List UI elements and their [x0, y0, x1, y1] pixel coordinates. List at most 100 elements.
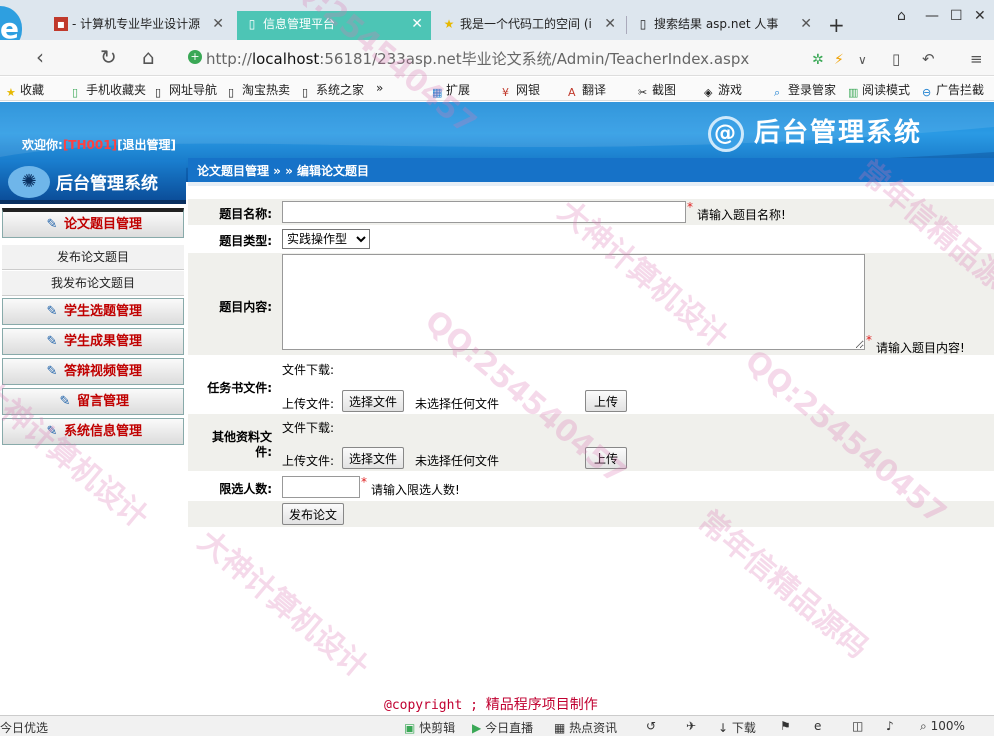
logout-link[interactable]: [退出管理]: [117, 138, 176, 152]
header-bottom-line: [188, 182, 994, 186]
window-icon[interactable]: ◫: [852, 719, 863, 733]
task-file-label: 任务书文件:: [207, 381, 272, 395]
other-choose-file-button[interactable]: 选择文件: [342, 447, 405, 469]
lightning-icon[interactable]: ⚡: [834, 49, 844, 71]
title-label: 题目名称:: [219, 207, 272, 221]
star-icon: ★: [443, 17, 455, 31]
flag-icon[interactable]: ⚑: [780, 719, 791, 733]
menu-icon[interactable]: ≡: [970, 48, 983, 70]
tab-close-icon[interactable]: ✕: [800, 11, 812, 37]
required-mark: *: [687, 200, 693, 214]
required-mark: *: [866, 333, 872, 347]
block-icon: ⊖: [922, 86, 932, 99]
bookmark-taobao[interactable]: ▯ 淘宝热卖: [228, 81, 290, 99]
quick-edit[interactable]: ▣ 快剪辑: [404, 719, 455, 736]
type-label: 题目类型:: [219, 234, 272, 248]
zoom-level[interactable]: ⌕ 100%: [920, 719, 965, 734]
browser-tab-bar: e ▪ - 计算机专业毕业设计源 ✕ ▯ 信息管理平台 ✕ ★ 我是一个代码工的…: [0, 0, 994, 52]
close-window-icon[interactable]: ✕: [974, 8, 986, 24]
home-icon[interactable]: ⌂: [142, 46, 155, 68]
row-limit: 限选人数: * 请输入限选人数!: [188, 472, 994, 500]
bookmark-adblock[interactable]: ⊖ 广告拦截: [922, 81, 984, 99]
dropdown-icon[interactable]: ∨: [858, 49, 867, 71]
sound-icon[interactable]: ♪: [886, 719, 894, 733]
tab-3[interactable]: ★ 我是一个代码工的空间 (i ✕: [434, 11, 624, 40]
today-picks[interactable]: 今日优选: [0, 719, 48, 736]
browser-e-icon[interactable]: e: [814, 719, 821, 733]
plane-icon[interactable]: ✈: [686, 719, 696, 733]
bookmark-favorites[interactable]: ★ 收藏: [6, 81, 44, 99]
menu-sub-publish-topic[interactable]: 发布论文题目: [2, 245, 184, 270]
bookmark-system[interactable]: ▯ 系统之家: [302, 81, 364, 99]
file-download-label: 文件下载:: [282, 363, 335, 377]
pen-icon: ✎: [46, 304, 58, 319]
undo-icon[interactable]: ↶: [922, 48, 935, 70]
menu-defense-video[interactable]: ✎ 答辩视频管理: [2, 358, 184, 385]
menu-system-info[interactable]: ✎ 系统信息管理: [2, 418, 184, 445]
back-icon[interactable]: ‹: [36, 46, 44, 68]
skin-icon[interactable]: ⌂: [897, 8, 906, 24]
bookmark-mobile[interactable]: ▯ 手机收藏夹: [72, 81, 146, 99]
tab-title: 搜索结果 asp.net 人事: [654, 17, 779, 31]
downloads[interactable]: ↓ 下载: [718, 719, 756, 736]
bookmark-games[interactable]: ◈ 游戏: [704, 81, 742, 99]
at-logo-icon: @: [708, 115, 744, 152]
menu-student-results[interactable]: ✎ 学生成果管理: [2, 328, 184, 355]
tab-close-icon[interactable]: ✕: [212, 11, 224, 37]
bookmark-translate[interactable]: A 翻译: [568, 81, 606, 99]
address-bar[interactable]: + http://localhost:56181/233asp.net毕业论文系…: [180, 44, 855, 72]
speed-icon[interactable]: ✲: [812, 49, 824, 71]
new-tab-icon[interactable]: +: [828, 13, 845, 37]
other-file-label: 其他资料文 件:: [211, 430, 272, 459]
menu-sub-my-topics[interactable]: 我发布论文题目: [2, 271, 184, 296]
minimize-icon[interactable]: —: [925, 8, 939, 24]
tab-close-icon[interactable]: ✕: [604, 11, 616, 37]
bookmark-bank[interactable]: ¥ 网银: [502, 81, 540, 99]
bookmark-more[interactable]: »: [376, 81, 383, 95]
bookmark-reader[interactable]: ▥ 阅读模式: [848, 81, 910, 99]
task-no-file-text: 未选择任何文件: [415, 397, 500, 411]
limit-hint: 请输入限选人数!: [371, 483, 460, 497]
row-content: 题目内容: * 请输入题目内容!: [188, 253, 994, 355]
bookmark-extensions[interactable]: ▦ 扩展: [432, 81, 470, 99]
maximize-icon[interactable]: ☐: [950, 8, 963, 24]
address-toolbar: ‹ ↻ ⌂ + http://localhost:56181/233asp.ne…: [0, 40, 994, 76]
tab-title: 我是一个代码工的空间 (i: [460, 17, 592, 31]
secure-icon: +: [188, 50, 202, 64]
system-logo: @ 后台管理系统: [708, 112, 922, 152]
other-no-file-text: 未选择任何文件: [415, 454, 500, 468]
grid-icon: ▦: [432, 86, 443, 99]
menu-student-selection[interactable]: ✎ 学生选题管理: [2, 298, 184, 325]
publish-thesis-button[interactable]: 发布论文: [282, 503, 345, 525]
page-icon: ▯: [639, 17, 647, 31]
tab-2-active[interactable]: ▯ 信息管理平台 ✕: [237, 11, 431, 40]
copyright-text: @copyright ; 精品程序项目制作: [384, 697, 598, 713]
menu-thesis-topics[interactable]: ✎ 论文题目管理: [2, 208, 184, 238]
tab-4[interactable]: ▯ 搜索结果 asp.net 人事 ✕: [628, 11, 820, 40]
task-upload-button[interactable]: 上传: [585, 390, 627, 412]
hot-news[interactable]: ▦ 热点资讯: [554, 719, 617, 736]
tab-title: - 计算机专业毕业设计源: [72, 17, 201, 31]
translate-icon: A: [568, 86, 576, 99]
bookmark-nav[interactable]: ▯ 网址导航: [155, 81, 217, 99]
bookmark-screenshot[interactable]: ✂ 截图: [638, 81, 676, 99]
reload-icon[interactable]: ↻: [100, 46, 117, 68]
refresh-icon[interactable]: ↺: [646, 719, 656, 733]
mobile-icon[interactable]: ▯: [892, 48, 900, 70]
other-upload-button[interactable]: 上传: [585, 447, 627, 469]
page-icon: ▯: [302, 86, 309, 99]
menu-messages[interactable]: ✎ 留言管理: [2, 388, 184, 415]
file-download-label: 文件下载:: [282, 421, 335, 435]
live-today[interactable]: ▶ 今日直播: [472, 719, 533, 736]
url-text[interactable]: http://localhost:56181/233asp.net毕业论文系统/…: [206, 48, 749, 69]
watermark-text: 大神计算机设计: [191, 523, 375, 686]
content-textarea[interactable]: [282, 254, 865, 350]
tab-1[interactable]: ▪ - 计算机专业毕业设计源 ✕: [46, 11, 232, 40]
bookmark-login[interactable]: ⌕ 登录管家: [774, 81, 836, 99]
title-input[interactable]: [282, 201, 686, 223]
task-choose-file-button[interactable]: 选择文件: [342, 390, 405, 412]
file-upload-label: 上传文件:: [282, 397, 335, 411]
tab-close-icon[interactable]: ✕: [411, 11, 423, 37]
limit-input[interactable]: [282, 476, 360, 498]
type-select[interactable]: 实践操作型: [282, 229, 370, 249]
